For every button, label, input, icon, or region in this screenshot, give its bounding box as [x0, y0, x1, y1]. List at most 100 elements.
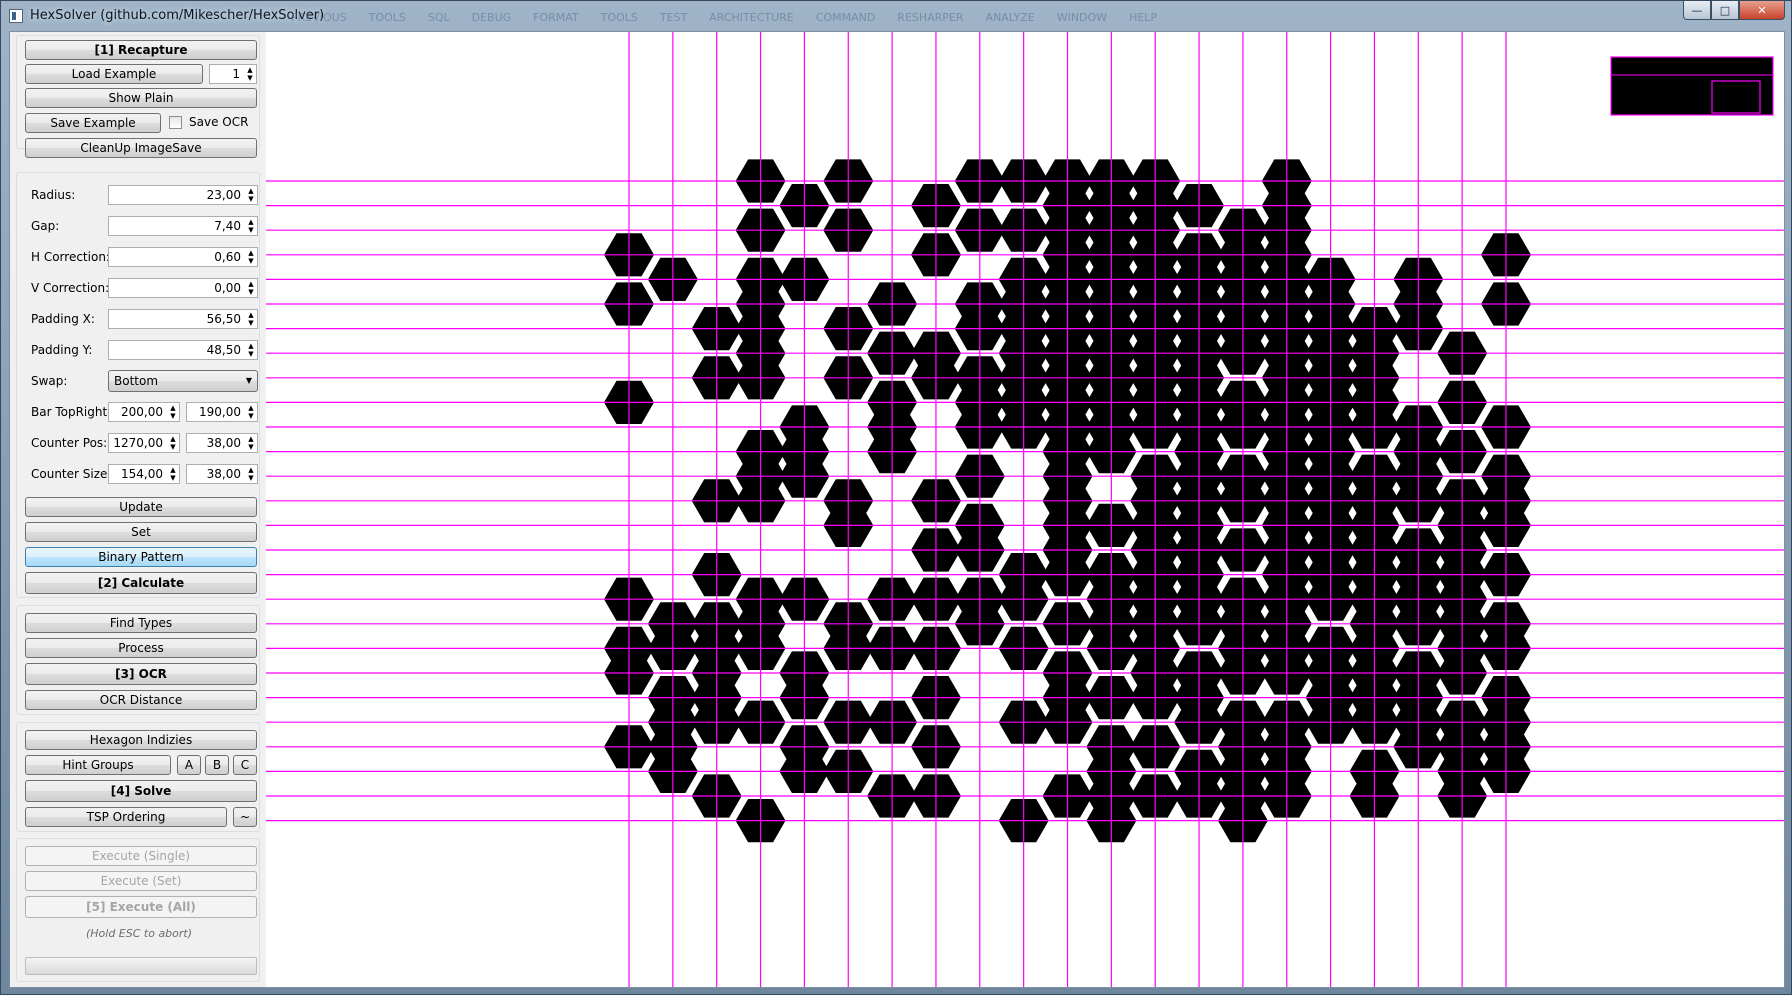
counter-size-x-input[interactable]: 154,00 ▲ ▼ — [108, 464, 180, 484]
background-menu-item: TEST — [659, 11, 688, 24]
ocr-group: Find Types Process [3] OCR OCR Distance — [16, 605, 260, 715]
h-correction-value: 0,60 — [214, 250, 241, 264]
background-menu-item: TOOLS — [368, 11, 406, 24]
background-menu-item: FORMAT — [533, 11, 579, 24]
binary-pattern-button[interactable]: Binary Pattern — [25, 547, 257, 567]
gap-value: 7,40 — [214, 219, 241, 233]
counter-pos-y-value: 38,00 — [206, 436, 241, 450]
stepper-arrows-icon[interactable]: ▲ ▼ — [244, 65, 256, 83]
padding-y-input[interactable]: 48,50 ▲ ▼ — [108, 340, 258, 360]
ocr-distance-button[interactable]: OCR Distance — [25, 690, 257, 710]
stepper-arrows-icon[interactable]: ▲ ▼ — [245, 248, 257, 266]
chevron-down-icon: ▼ — [245, 376, 252, 385]
gap-label: Gap: — [31, 219, 60, 233]
cleanup-imagesave-button[interactable]: CleanUp ImageSave — [25, 138, 257, 158]
stepper-arrows-icon[interactable]: ▲ ▼ — [245, 217, 257, 235]
counter-size-y-input[interactable]: 38,00 ▲ ▼ — [186, 464, 258, 484]
execute-single-button[interactable]: Execute (Single) — [25, 846, 257, 866]
stepper-arrows-icon[interactable]: ▲ ▼ — [167, 434, 179, 452]
solve-group: Hexagon Indizies Hint Groups A B C [4] S… — [16, 722, 260, 832]
stepper-arrows-icon[interactable]: ▲ ▼ — [245, 186, 257, 204]
stepper-arrows-icon[interactable]: ▲ ▼ — [245, 403, 257, 421]
padding-y-label: Padding Y: — [31, 343, 93, 357]
bar-topright-y-value: 190,00 — [199, 405, 241, 419]
hint-c-button[interactable]: C — [233, 755, 257, 775]
h-correction-input[interactable]: 0,60 ▲ ▼ — [108, 247, 258, 267]
control-panel: [1] Recapture Load Example 1 ▲ ▼ Show Pla… — [10, 32, 267, 987]
counter-pos-y-input[interactable]: 38,00 ▲ ▼ — [186, 433, 258, 453]
background-menu-item: COMMAND — [815, 11, 876, 24]
counter-pos-x-input[interactable]: 1270,00 ▲ ▼ — [108, 433, 180, 453]
v-correction-input[interactable]: 0,00 ▲ ▼ — [108, 278, 258, 298]
stepper-arrows-icon[interactable]: ▲ ▼ — [245, 341, 257, 359]
load-example-button[interactable]: Load Example — [25, 64, 203, 84]
stepper-arrows-icon[interactable]: ▲ ▼ — [245, 279, 257, 297]
radius-input[interactable]: 23,00 ▲ ▼ — [108, 185, 258, 205]
background-menu-item: WINDOW — [1056, 11, 1108, 24]
hexagon-grid-canvas[interactable] — [266, 32, 1784, 987]
title-bar[interactable]: HexSolver (github.com/Mikescher/HexSolve… — [1, 1, 1791, 31]
save-ocr-checkbox[interactable] — [169, 116, 182, 129]
bar-topright-y-input[interactable]: 190,00 ▲ ▼ — [186, 402, 258, 422]
hint-groups-button[interactable]: Hint Groups — [25, 755, 171, 775]
bar-topright-x-input[interactable]: 200,00 ▲ ▼ — [108, 402, 180, 422]
example-number-stepper[interactable]: 1 ▲ ▼ — [209, 64, 257, 84]
bar-topright-label: Bar TopRight: — [31, 405, 112, 419]
hint-a-button[interactable]: A — [177, 755, 201, 775]
stepper-arrows-icon[interactable]: ▲ ▼ — [167, 465, 179, 483]
execute-all-button[interactable]: [5] Execute (All) — [25, 896, 257, 918]
counter-pos-label: Counter Pos: — [31, 436, 108, 450]
tsp-ordering-button[interactable]: TSP Ordering — [25, 807, 227, 827]
stepper-arrows-icon[interactable]: ▲ ▼ — [167, 403, 179, 421]
hold-esc-hint: (Hold ESC to abort) — [85, 927, 193, 940]
counter-size-y-value: 38,00 — [206, 467, 241, 481]
hexagon-indizies-button[interactable]: Hexagon Indizies — [25, 730, 257, 750]
background-menu-item: ANALYZE — [985, 11, 1035, 24]
v-correction-label: V Correction: — [31, 281, 110, 295]
counter-size-label: Counter Size: — [31, 467, 112, 481]
save-example-button[interactable]: Save Example — [25, 113, 161, 133]
process-button[interactable]: Process — [25, 638, 257, 658]
background-menu-item: HELP — [1129, 11, 1158, 24]
execute-group: Execute (Single) Execute (Set) [5] Execu… — [16, 838, 260, 982]
stepper-arrows-icon[interactable]: ▲ ▼ — [245, 434, 257, 452]
hint-b-button[interactable]: B — [205, 755, 229, 775]
v-correction-value: 0,00 — [214, 281, 241, 295]
ocr-button[interactable]: [3] OCR — [25, 663, 257, 685]
padding-x-input[interactable]: 56,50 ▲ ▼ — [108, 309, 258, 329]
bar-topright-x-value: 200,00 — [121, 405, 163, 419]
gap-input[interactable]: 7,40 ▲ ▼ — [108, 216, 258, 236]
counter-size-x-value: 154,00 — [121, 467, 163, 481]
padding-y-value: 48,50 — [206, 343, 241, 357]
swap-label: Swap: — [31, 374, 68, 388]
show-plain-button[interactable]: Show Plain — [25, 88, 257, 108]
background-menu-item: RESHARPER — [897, 11, 964, 24]
counter-pos-x-value: 1270,00 — [113, 436, 163, 450]
stepper-arrows-icon[interactable]: ▲ ▼ — [245, 310, 257, 328]
solve-button[interactable]: [4] Solve — [25, 780, 257, 802]
find-types-button[interactable]: Find Types — [25, 613, 257, 633]
tsp-options-button[interactable]: ~ — [233, 807, 257, 827]
maximize-button[interactable]: □ — [1711, 1, 1739, 20]
padding-x-value: 56,50 — [206, 312, 241, 326]
counter-box — [1610, 56, 1774, 116]
parameters-group: Radius: 23,00 ▲ ▼ Gap: 7,40 ▲ ▼ H Correction… — [16, 172, 260, 598]
recapture-button[interactable]: [1] Recapture — [25, 40, 257, 60]
calculate-button[interactable]: [2] Calculate — [25, 572, 257, 594]
window-title: HexSolver (github.com/Mikescher/HexSolve… — [30, 8, 325, 23]
close-button[interactable]: ✕ — [1739, 1, 1785, 20]
radius-label: Radius: — [31, 188, 76, 202]
swap-select[interactable]: Bottom ▼ — [108, 370, 258, 392]
background-window-menu: PREVIOUS TOOLS SQL DEBUG FORMAT TOOLS TEST ARCH… — [291, 11, 1157, 24]
padding-x-label: Padding X: — [31, 312, 95, 326]
swap-value: Bottom — [114, 374, 159, 388]
set-button[interactable]: Set — [25, 522, 257, 542]
minimize-button[interactable]: — — [1683, 1, 1711, 20]
hexagon-grid-svg[interactable] — [266, 32, 1784, 987]
update-button[interactable]: Update — [25, 497, 257, 517]
background-menu-item: DEBUG — [471, 11, 512, 24]
stepper-arrows-icon[interactable]: ▲ ▼ — [245, 465, 257, 483]
execute-set-button[interactable]: Execute (Set) — [25, 871, 257, 891]
background-menu-item: PREVIOUS — [291, 11, 347, 24]
app-icon[interactable] — [9, 9, 23, 23]
